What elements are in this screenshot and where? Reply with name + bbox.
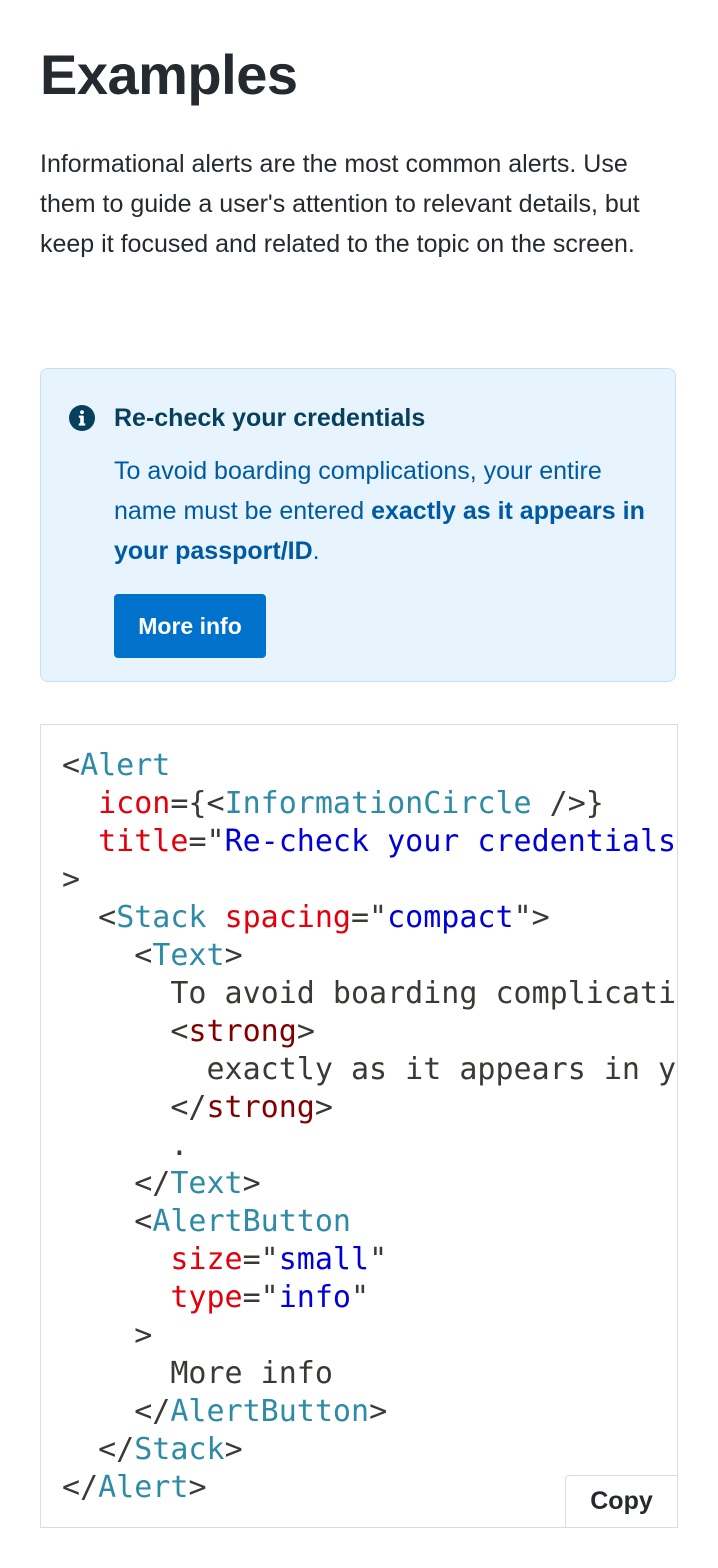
information-circle-icon	[69, 405, 95, 431]
info-alert: Re-check your credentials To avoid board…	[40, 368, 676, 682]
code-token: type	[170, 1280, 243, 1315]
code-token: To avoid boarding complications, your en…	[170, 976, 677, 1011]
page-title: Examples	[40, 43, 298, 106]
code-token: compact	[387, 900, 514, 935]
alert-title: Re-check your credentials	[114, 404, 426, 432]
alert-body-period: .	[312, 537, 320, 565]
code-token: Stack	[116, 900, 207, 935]
code-listing: <Alert icon={<InformationCircle />} titl…	[62, 747, 678, 1507]
code-token: InformationCircle	[224, 786, 532, 821]
code-token: Text	[170, 1166, 243, 1201]
code-token: info	[278, 1280, 351, 1315]
code-token: Text	[152, 938, 225, 973]
code-token: Alert	[98, 1470, 189, 1505]
code-token: AlertButton	[152, 1204, 351, 1239]
code-token: icon	[98, 786, 171, 821]
code-token: spacing	[224, 900, 351, 935]
more-info-button[interactable]: More info	[114, 594, 266, 658]
code-token: Re-check your credentials	[224, 824, 677, 859]
code-token: Alert	[80, 748, 171, 783]
intro-paragraph: Informational alerts are the most common…	[40, 150, 640, 258]
code-token: AlertButton	[170, 1394, 370, 1429]
code-token: Stack	[134, 1432, 225, 1467]
alert-body: To avoid boarding complications, your en…	[114, 451, 654, 571]
code-token: strong	[188, 1014, 297, 1049]
code-token: small	[278, 1242, 370, 1277]
copy-button[interactable]: Copy	[565, 1475, 677, 1527]
code-token: .	[170, 1128, 189, 1163]
code-token: strong	[206, 1090, 315, 1125]
code-example[interactable]: <Alert icon={<InformationCircle />} titl…	[40, 724, 678, 1528]
code-token: exactly as it appears in your passport/I…	[206, 1052, 678, 1087]
code-token: More info	[170, 1356, 333, 1391]
code-token: size	[170, 1242, 243, 1277]
code-token: title	[98, 824, 189, 859]
